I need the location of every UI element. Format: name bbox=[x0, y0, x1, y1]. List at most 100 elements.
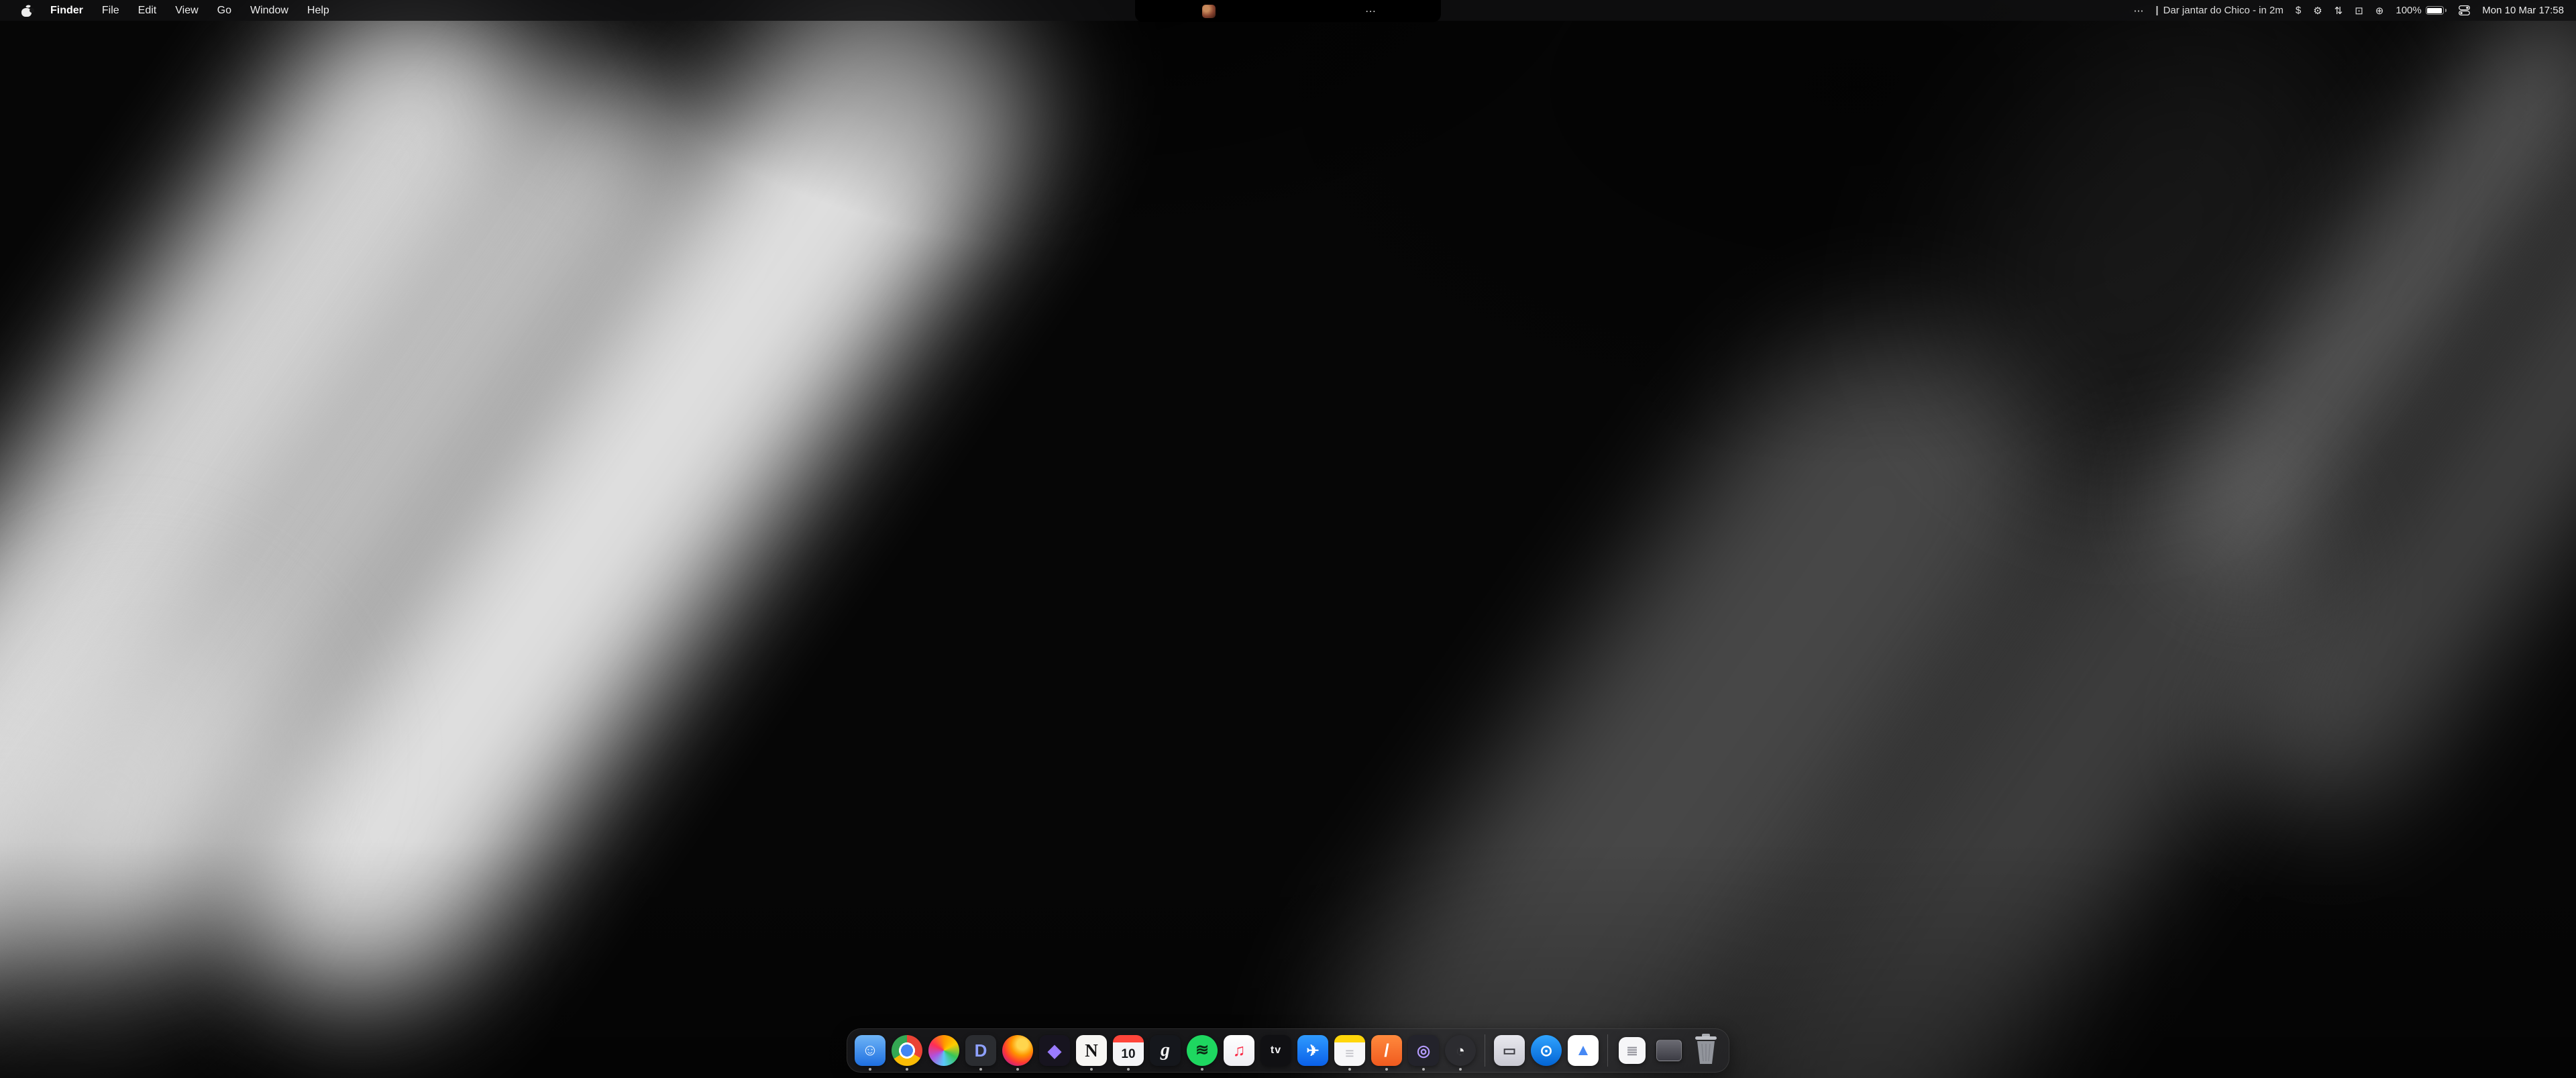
goodnotes-icon: g bbox=[1150, 1035, 1181, 1066]
finder-glyph: ☺ bbox=[862, 1042, 879, 1059]
running-indicator bbox=[906, 1068, 908, 1071]
notion-glyph: N bbox=[1085, 1042, 1098, 1060]
clock-icon: ◔ bbox=[1445, 1035, 1476, 1066]
dock: ☺ D ◆ N 10 g bbox=[847, 1028, 1729, 1073]
display-settings-icon: ▭ bbox=[1494, 1035, 1525, 1066]
menu-bar-clock[interactable]: Mon 10 Mar 17:58 bbox=[2482, 5, 2564, 16]
1password-glyph: ⊙ bbox=[1540, 1043, 1552, 1059]
app-menu-finder[interactable]: Finder bbox=[41, 0, 93, 21]
obsidian-glyph: ◆ bbox=[1048, 1042, 1061, 1059]
running-indicator bbox=[1201, 1068, 1203, 1071]
menu-help[interactable]: Help bbox=[298, 0, 339, 21]
running-indicator bbox=[869, 1068, 871, 1071]
music-icon: ♫ bbox=[1224, 1035, 1254, 1066]
menu-go[interactable]: Go bbox=[208, 0, 241, 21]
notch: ⋯ bbox=[1135, 0, 1441, 22]
dock-minimized-window[interactable] bbox=[1654, 1032, 1684, 1069]
photos-icon bbox=[928, 1035, 959, 1066]
display-icon[interactable]: ⊡ bbox=[2355, 5, 2363, 17]
battery-status[interactable]: 100% bbox=[2396, 5, 2447, 16]
trash-icon bbox=[1693, 1034, 1719, 1068]
dock-app-chrome[interactable] bbox=[892, 1032, 922, 1069]
gear-icon[interactable]: ⚙ bbox=[2313, 5, 2322, 17]
calendar-glyph: 10 bbox=[1121, 1048, 1135, 1061]
tv-glyph: tv bbox=[1271, 1045, 1281, 1056]
dock-app-clock[interactable]: ◔ bbox=[1445, 1032, 1476, 1069]
spotify-glyph: ≋ bbox=[1195, 1042, 1209, 1059]
dock-app-notion[interactable]: N bbox=[1076, 1032, 1107, 1069]
dock-app-tv[interactable]: tv bbox=[1260, 1032, 1291, 1069]
apple-menu[interactable] bbox=[12, 0, 41, 21]
calendar-event[interactable]: | Dar jantar do Chico - in 2m bbox=[2155, 5, 2283, 16]
running-indicator bbox=[1090, 1068, 1093, 1071]
1password-icon: ⊙ bbox=[1531, 1035, 1562, 1066]
running-indicator bbox=[1127, 1068, 1130, 1071]
clock-glyph: ◔ bbox=[1456, 1043, 1465, 1059]
google-drive-glyph: ▲ bbox=[1575, 1042, 1591, 1059]
dock-app-firefox[interactable] bbox=[1002, 1032, 1033, 1069]
battery-icon bbox=[2426, 6, 2444, 15]
dock-document-file[interactable]: ≣ bbox=[1617, 1032, 1648, 1069]
menu-view[interactable]: View bbox=[166, 0, 207, 21]
menu-bar: Finder File Edit View Go Window Help ⋯ ⋯… bbox=[0, 0, 2576, 21]
dock-app-1password[interactable]: ⊙ bbox=[1531, 1032, 1562, 1069]
notch-more-icon[interactable]: ⋯ bbox=[1365, 5, 1377, 18]
menu-file[interactable]: File bbox=[93, 0, 129, 21]
dock-app-calendar[interactable]: 10 bbox=[1113, 1032, 1144, 1069]
screen-studio-glyph: ◎ bbox=[1417, 1043, 1430, 1059]
flighty-icon: ✈ bbox=[1297, 1035, 1328, 1066]
dock-app-display-settings[interactable]: ▭ bbox=[1494, 1032, 1525, 1069]
wallpaper bbox=[0, 0, 2576, 1078]
google-drive-icon: ▲ bbox=[1568, 1035, 1599, 1066]
menubar-more-icon[interactable]: ⋯ bbox=[2133, 5, 2143, 17]
event-text: Dar jantar do Chico - in 2m bbox=[2163, 5, 2284, 16]
menu-bar-left: Finder File Edit View Go Window Help bbox=[12, 0, 339, 21]
now-playing-art[interactable] bbox=[1202, 5, 1216, 18]
dock-trash[interactable] bbox=[1690, 1032, 1721, 1069]
desktop: Finder File Edit View Go Window Help ⋯ ⋯… bbox=[0, 0, 2576, 1078]
dock-separator bbox=[1607, 1034, 1608, 1067]
dock-app-google-drive[interactable]: ▲ bbox=[1568, 1032, 1599, 1069]
battery-nub bbox=[2445, 9, 2447, 12]
running-indicator bbox=[979, 1068, 982, 1071]
running-indicator bbox=[1459, 1068, 1462, 1071]
pencil-editor-glyph: / bbox=[1384, 1042, 1389, 1060]
document-file-glyph: ≣ bbox=[1626, 1044, 1638, 1058]
dock-app-screen-studio[interactable]: ◎ bbox=[1408, 1032, 1439, 1069]
dock-app-flighty[interactable]: ✈ bbox=[1297, 1032, 1328, 1069]
goodnotes-glyph: g bbox=[1161, 1041, 1170, 1060]
menu-window[interactable]: Window bbox=[241, 0, 298, 21]
currency-icon[interactable]: $ bbox=[2296, 5, 2301, 16]
discord-icon: D bbox=[965, 1035, 996, 1066]
globe-icon[interactable]: ⊕ bbox=[2375, 5, 2384, 17]
menu-edit[interactable]: Edit bbox=[129, 0, 166, 21]
running-indicator bbox=[1348, 1068, 1351, 1071]
dock-app-pencil-editor[interactable]: / bbox=[1371, 1032, 1402, 1069]
dock-app-discord[interactable]: D bbox=[965, 1032, 996, 1069]
flighty-glyph: ✈ bbox=[1306, 1043, 1319, 1059]
wallpaper-vignette bbox=[0, 0, 2576, 1078]
dock-app-photos[interactable] bbox=[928, 1032, 959, 1069]
running-indicator bbox=[1422, 1068, 1425, 1071]
arrows-icon[interactable]: ⇅ bbox=[2334, 5, 2343, 17]
notes-glyph: ≡ bbox=[1345, 1046, 1354, 1061]
discord-glyph: D bbox=[975, 1042, 987, 1059]
dock-app-obsidian[interactable]: ◆ bbox=[1039, 1032, 1070, 1069]
screen-studio-icon: ◎ bbox=[1408, 1035, 1439, 1066]
dock-app-notes[interactable]: ≡ bbox=[1334, 1032, 1365, 1069]
dock-app-music[interactable]: ♫ bbox=[1224, 1032, 1254, 1069]
notes-icon: ≡ bbox=[1334, 1035, 1365, 1066]
menu-bar-status: ⋯ | Dar jantar do Chico - in 2m $ ⚙ ⇅ ⊡ … bbox=[2133, 0, 2564, 21]
dock-app-goodnotes[interactable]: g bbox=[1150, 1032, 1181, 1069]
document-file-icon: ≣ bbox=[1619, 1037, 1646, 1064]
dock-app-finder[interactable]: ☺ bbox=[855, 1032, 885, 1069]
calendar-icon: 10 bbox=[1113, 1035, 1144, 1066]
control-center-icon[interactable] bbox=[2459, 5, 2470, 16]
dock-app-spotify[interactable]: ≋ bbox=[1187, 1032, 1218, 1069]
display-settings-glyph: ▭ bbox=[1503, 1044, 1516, 1058]
running-indicator bbox=[1385, 1068, 1388, 1071]
music-glyph: ♫ bbox=[1233, 1042, 1246, 1059]
chrome-icon bbox=[892, 1035, 922, 1066]
event-indicator: | bbox=[2155, 5, 2158, 16]
obsidian-icon: ◆ bbox=[1039, 1035, 1070, 1066]
